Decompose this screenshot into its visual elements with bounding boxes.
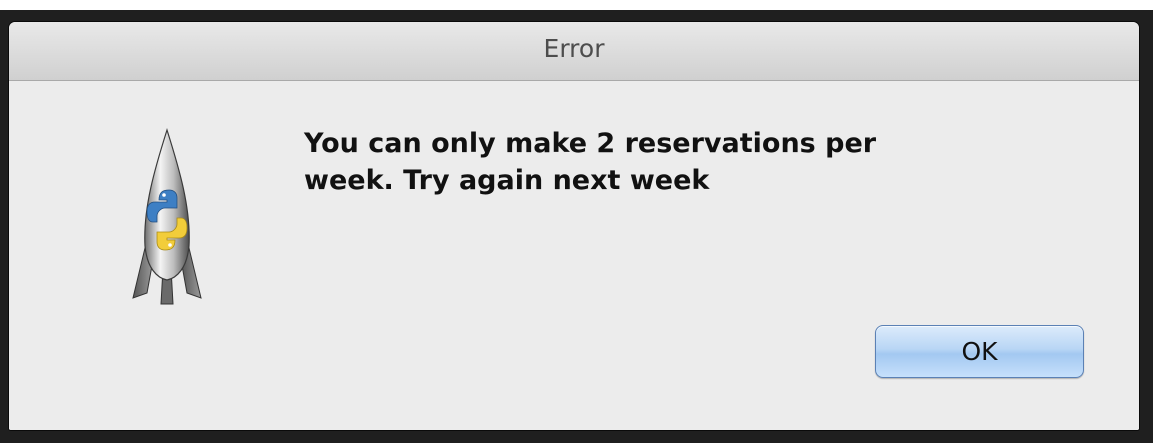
error-dialog: Error You can only make 2 reservations p… xyxy=(9,22,1139,430)
dialog-titlebar[interactable]: Error xyxy=(9,22,1139,81)
python-rocket-icon xyxy=(132,128,202,305)
error-message-line-1: You can only make 2 reservations per xyxy=(304,128,877,159)
cropped-top-strip xyxy=(0,0,1153,10)
ok-button[interactable]: OK xyxy=(875,325,1084,378)
dialog-title: Error xyxy=(543,34,605,63)
error-message-line-2: week. Try again next week xyxy=(304,165,710,196)
screen-background: Error You can only make 2 reservations p… xyxy=(0,0,1153,443)
dialog-content: You can only make 2 reservations per wee… xyxy=(9,81,1139,430)
error-message: You can only make 2 reservations per wee… xyxy=(304,125,1084,199)
